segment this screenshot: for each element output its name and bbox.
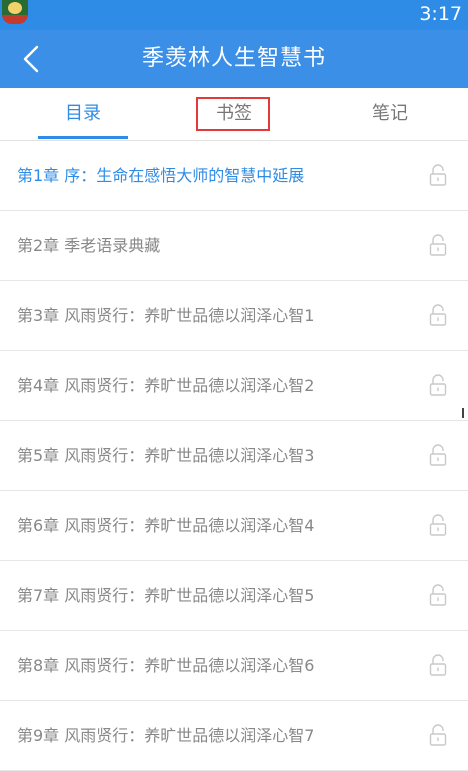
lock-icon: [429, 164, 447, 186]
chapter-item[interactable]: 第8章 风雨贤行：养旷世品德以润泽心智6: [0, 631, 468, 701]
chapter-label: 第4章 风雨贤行：养旷世品德以润泽心智2: [17, 376, 315, 395]
tab-contents-label: 目录: [65, 103, 101, 124]
chapter-item[interactable]: 第7章 风雨贤行：养旷世品德以润泽心智5: [0, 561, 468, 631]
chapter-label: 第3章 风雨贤行：养旷世品德以润泽心智1: [17, 306, 315, 325]
app-notification-icon: [2, 0, 28, 24]
chapter-label: 第1章 序：生命在感悟大师的智慧中延展: [17, 166, 305, 185]
chapter-item[interactable]: 第4章 风雨贤行：养旷世品德以润泽心智2: [0, 351, 468, 421]
active-tab-indicator: [38, 136, 128, 139]
lock-icon: [429, 374, 447, 396]
lock-icon: [429, 304, 447, 326]
chapter-label: 第2章 季老语录典藏: [17, 236, 161, 255]
lock-icon: [429, 444, 447, 466]
chapter-list: 第1章 序：生命在感悟大师的智慧中延展 第2章 季老语录典藏 第3章 风雨贤行：…: [0, 141, 468, 771]
chapter-item[interactable]: 第2章 季老语录典藏: [0, 211, 468, 281]
lock-icon: [429, 584, 447, 606]
tab-notes[interactable]: 笔记: [345, 88, 435, 140]
chapter-item[interactable]: 第9章 风雨贤行：养旷世品德以润泽心智7: [0, 701, 468, 771]
lock-icon: [429, 514, 447, 536]
chapter-item[interactable]: 第5章 风雨贤行：养旷世品德以润泽心智3: [0, 421, 468, 491]
chapter-item[interactable]: 第1章 序：生命在感悟大师的智慧中延展: [0, 141, 468, 211]
chapter-item[interactable]: 第6章 风雨贤行：养旷世品德以润泽心智4: [0, 491, 468, 561]
chapter-label: 第9章 风雨贤行：养旷世品德以润泽心智7: [17, 726, 315, 745]
chapter-label: 第7章 风雨贤行：养旷世品德以润泽心智5: [17, 586, 315, 605]
lock-icon: [429, 234, 447, 256]
app-bar: 季羡林人生智慧书: [0, 30, 468, 88]
status-bar: 3:17: [0, 0, 468, 30]
tab-notes-label: 笔记: [372, 103, 408, 124]
chapter-label: 第5章 风雨贤行：养旷世品德以润泽心智3: [17, 446, 315, 465]
highlight-box: [196, 97, 270, 131]
chapter-label: 第6章 风雨贤行：养旷世品德以润泽心智4: [17, 516, 315, 535]
lock-icon: [429, 654, 447, 676]
status-time: 3:17: [419, 3, 462, 25]
lock-icon: [429, 724, 447, 746]
scroll-indicator: [462, 408, 464, 418]
page-title: 季羡林人生智慧书: [141, 46, 326, 71]
tab-contents[interactable]: 目录: [38, 88, 128, 140]
chapter-label: 第8章 风雨贤行：养旷世品德以润泽心智6: [17, 656, 315, 675]
chapter-item[interactable]: 第3章 风雨贤行：养旷世品德以润泽心智1: [0, 281, 468, 351]
